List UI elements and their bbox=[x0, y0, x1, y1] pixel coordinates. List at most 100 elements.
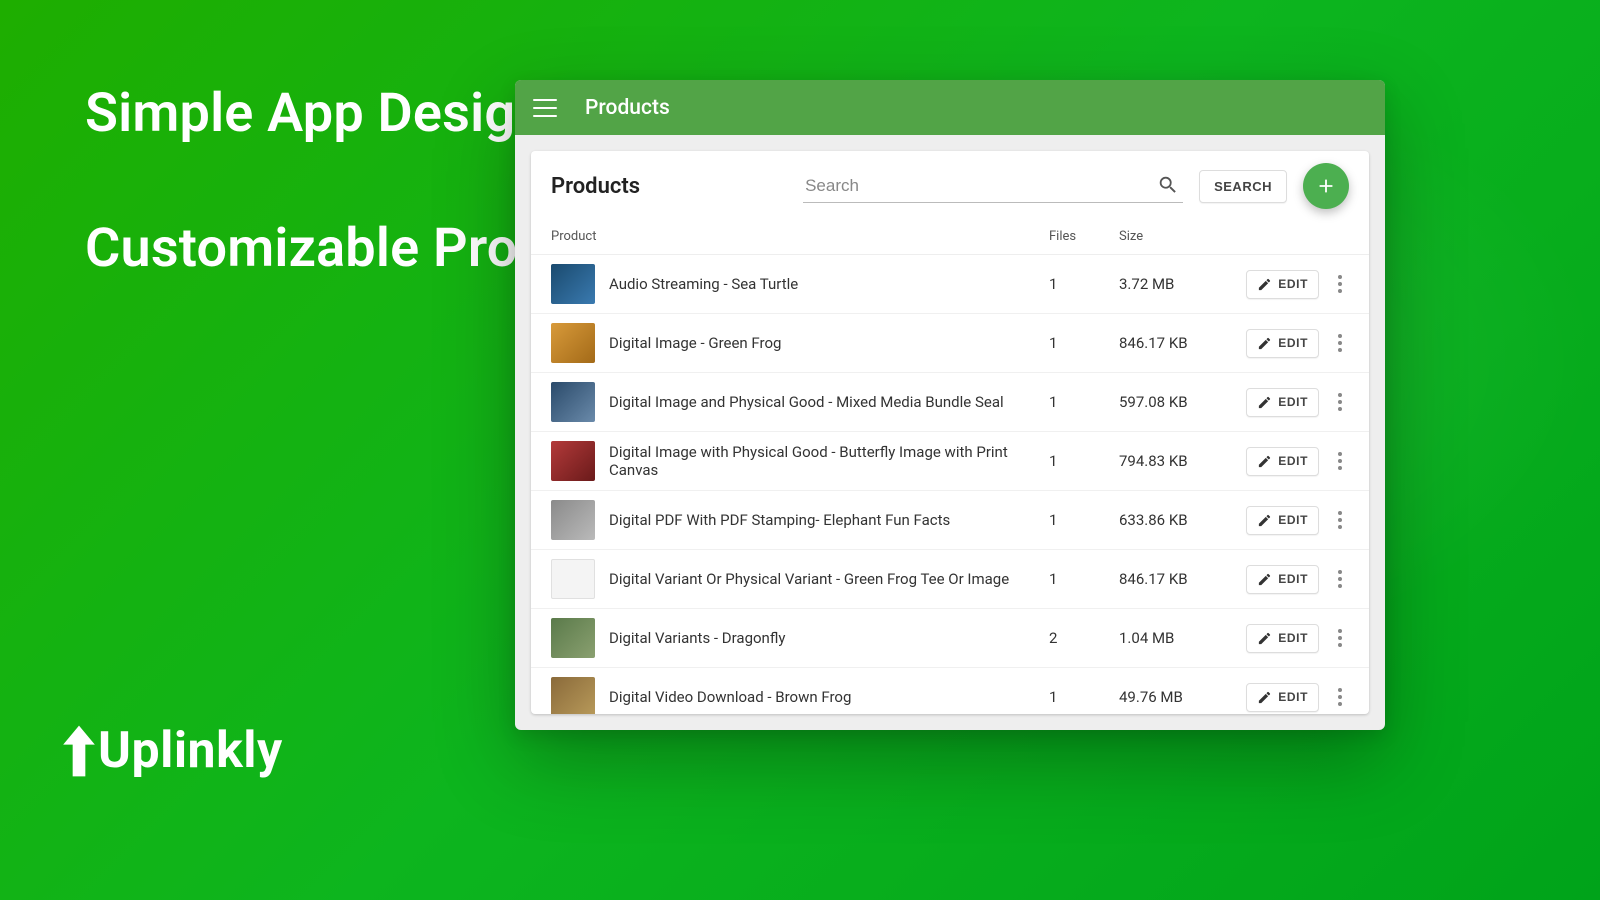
product-name: Digital Image and Physical Good - Mixed … bbox=[609, 393, 1049, 411]
product-name: Audio Streaming - Sea Turtle bbox=[609, 275, 1049, 293]
app-bar: Products bbox=[515, 80, 1385, 135]
edit-button[interactable]: EDIT bbox=[1246, 270, 1319, 299]
product-files: 1 bbox=[1049, 511, 1119, 529]
edit-label: EDIT bbox=[1278, 572, 1308, 586]
table-header: Product Files Size bbox=[531, 217, 1369, 255]
product-name: Digital PDF With PDF Stamping- Elephant … bbox=[609, 511, 1049, 529]
product-size: 633.86 KB bbox=[1119, 511, 1229, 529]
pencil-icon bbox=[1257, 336, 1272, 351]
pencil-icon bbox=[1257, 631, 1272, 646]
edit-label: EDIT bbox=[1278, 336, 1308, 350]
more-menu-icon[interactable] bbox=[1331, 570, 1349, 588]
pencil-icon bbox=[1257, 572, 1272, 587]
pencil-icon bbox=[1257, 513, 1272, 528]
row-actions: EDIT bbox=[1229, 447, 1349, 476]
more-menu-icon[interactable] bbox=[1331, 334, 1349, 352]
col-size: Size bbox=[1119, 229, 1229, 244]
search-input[interactable] bbox=[803, 170, 1183, 203]
product-name: Digital Variants - Dragonfly bbox=[609, 629, 1049, 647]
menu-icon[interactable] bbox=[533, 99, 557, 117]
product-name: Digital Image with Physical Good - Butte… bbox=[609, 443, 1049, 479]
product-size: 3.72 MB bbox=[1119, 275, 1229, 293]
edit-label: EDIT bbox=[1278, 395, 1308, 409]
table-row[interactable]: Digital Image and Physical Good - Mixed … bbox=[531, 373, 1369, 432]
card-title: Products bbox=[551, 174, 640, 199]
edit-label: EDIT bbox=[1278, 631, 1308, 645]
more-menu-icon[interactable] bbox=[1331, 629, 1349, 647]
more-menu-icon[interactable] bbox=[1331, 452, 1349, 470]
pencil-icon bbox=[1257, 690, 1272, 705]
card-header: Products SEARCH bbox=[531, 151, 1369, 217]
product-files: 1 bbox=[1049, 688, 1119, 706]
row-actions: EDIT bbox=[1229, 506, 1349, 535]
edit-label: EDIT bbox=[1278, 454, 1308, 468]
col-product: Product bbox=[551, 229, 1049, 244]
add-product-button[interactable] bbox=[1303, 163, 1349, 209]
product-size: 597.08 KB bbox=[1119, 393, 1229, 411]
edit-button[interactable]: EDIT bbox=[1246, 624, 1319, 653]
product-name: Digital Variant Or Physical Variant - Gr… bbox=[609, 570, 1049, 588]
table-body: Audio Streaming - Sea Turtle13.72 MBEDIT… bbox=[531, 255, 1369, 714]
product-files: 1 bbox=[1049, 570, 1119, 588]
product-name: Digital Image - Green Frog bbox=[609, 334, 1049, 352]
edit-button[interactable]: EDIT bbox=[1246, 565, 1319, 594]
search-button[interactable]: SEARCH bbox=[1199, 170, 1287, 203]
product-size: 846.17 KB bbox=[1119, 334, 1229, 352]
product-size: 49.76 MB bbox=[1119, 688, 1229, 706]
row-actions: EDIT bbox=[1229, 270, 1349, 299]
product-files: 1 bbox=[1049, 334, 1119, 352]
more-menu-icon[interactable] bbox=[1331, 393, 1349, 411]
table-row[interactable]: Digital Variant Or Physical Variant - Gr… bbox=[531, 550, 1369, 609]
product-size: 794.83 KB bbox=[1119, 452, 1229, 470]
table-row[interactable]: Digital Variants - Dragonfly21.04 MB EDIT bbox=[531, 609, 1369, 668]
brand-logo: Uplinkly bbox=[60, 722, 283, 780]
row-actions: EDIT bbox=[1229, 329, 1349, 358]
product-thumbnail bbox=[551, 441, 595, 481]
row-actions: EDIT bbox=[1229, 565, 1349, 594]
edit-button[interactable]: EDIT bbox=[1246, 388, 1319, 417]
product-thumbnail bbox=[551, 618, 595, 658]
product-thumbnail bbox=[551, 559, 595, 599]
plus-icon bbox=[1315, 175, 1337, 197]
product-thumbnail bbox=[551, 264, 595, 304]
product-files: 1 bbox=[1049, 452, 1119, 470]
edit-label: EDIT bbox=[1278, 277, 1308, 291]
product-files: 1 bbox=[1049, 393, 1119, 411]
product-files: 2 bbox=[1049, 629, 1119, 647]
product-files: 1 bbox=[1049, 275, 1119, 293]
table-row[interactable]: Digital Image - Green Frog1846.17 KB EDIT bbox=[531, 314, 1369, 373]
pencil-icon bbox=[1257, 395, 1272, 410]
col-files: Files bbox=[1049, 229, 1119, 244]
product-name: Digital Video Download - Brown Frog bbox=[609, 688, 1049, 706]
uplinkly-arrow-icon bbox=[60, 725, 98, 777]
edit-button[interactable]: EDIT bbox=[1246, 683, 1319, 712]
appbar-title: Products bbox=[585, 96, 670, 120]
edit-label: EDIT bbox=[1278, 513, 1308, 527]
pencil-icon bbox=[1257, 454, 1272, 469]
edit-button[interactable]: EDIT bbox=[1246, 447, 1319, 476]
row-actions: EDIT bbox=[1229, 624, 1349, 653]
table-row[interactable]: Digital Image with Physical Good - Butte… bbox=[531, 432, 1369, 491]
app-window: Products Products SEARCH Product Files S… bbox=[515, 80, 1385, 730]
pencil-icon bbox=[1257, 277, 1272, 292]
more-menu-icon[interactable] bbox=[1331, 511, 1349, 529]
edit-label: EDIT bbox=[1278, 690, 1308, 704]
search-icon bbox=[1157, 174, 1179, 196]
edit-button[interactable]: EDIT bbox=[1246, 506, 1319, 535]
table-row[interactable]: Audio Streaming - Sea Turtle13.72 MB EDIT bbox=[531, 255, 1369, 314]
search-field-wrap bbox=[803, 170, 1183, 203]
table-row[interactable]: Digital Video Download - Brown Frog149.7… bbox=[531, 668, 1369, 714]
edit-button[interactable]: EDIT bbox=[1246, 329, 1319, 358]
table-row[interactable]: Digital PDF With PDF Stamping- Elephant … bbox=[531, 491, 1369, 550]
brand-name: Uplinkly bbox=[98, 722, 283, 780]
more-menu-icon[interactable] bbox=[1331, 688, 1349, 706]
product-size: 1.04 MB bbox=[1119, 629, 1229, 647]
product-size: 846.17 KB bbox=[1119, 570, 1229, 588]
row-actions: EDIT bbox=[1229, 388, 1349, 417]
row-actions: EDIT bbox=[1229, 683, 1349, 712]
product-thumbnail bbox=[551, 677, 595, 714]
more-menu-icon[interactable] bbox=[1331, 275, 1349, 293]
products-card: Products SEARCH Product Files Size Audio… bbox=[531, 151, 1369, 714]
product-thumbnail bbox=[551, 500, 595, 540]
product-thumbnail bbox=[551, 382, 595, 422]
